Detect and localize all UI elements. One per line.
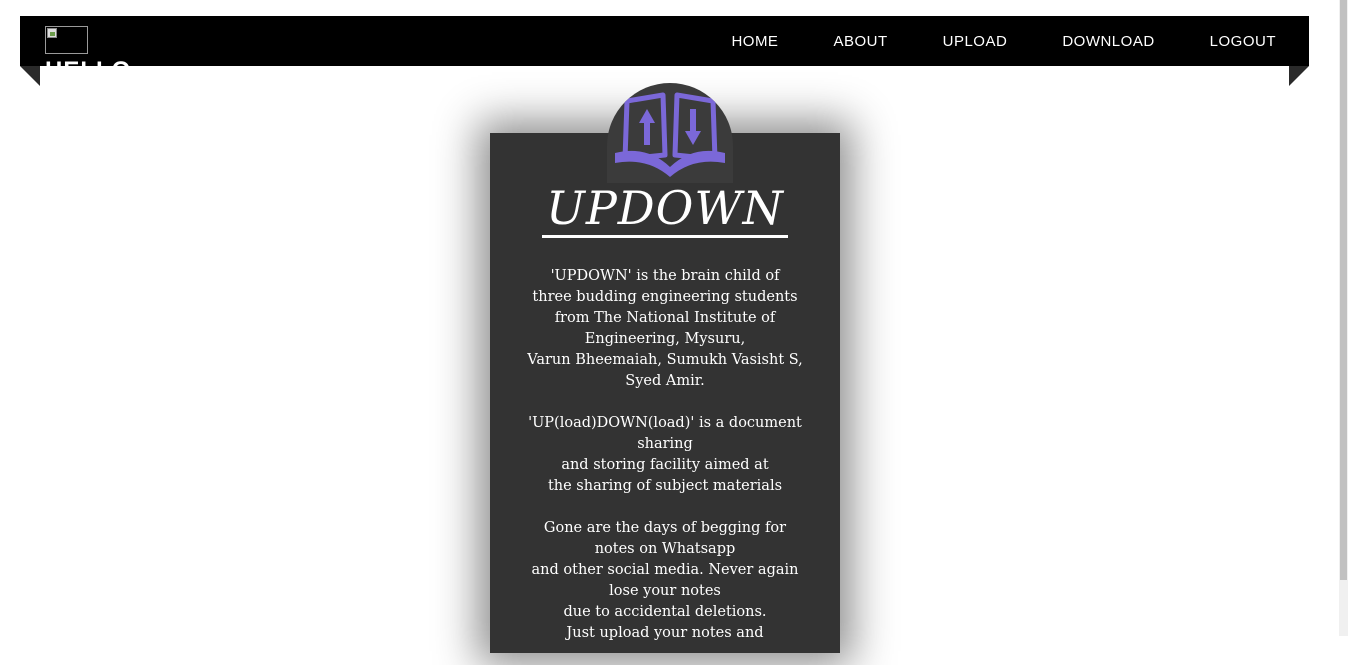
ribbon-fold-left <box>20 66 40 86</box>
broken-image-icon <box>47 28 57 38</box>
nav-download[interactable]: DOWNLOAD <box>1062 33 1154 50</box>
vertical-scrollbar[interactable] <box>1339 0 1348 636</box>
nav-about[interactable]: ABOUT <box>833 33 887 50</box>
logo-image[interactable] <box>45 26 88 54</box>
nav-upload[interactable]: UPLOAD <box>943 33 1008 50</box>
paragraph-about-purpose: 'UP(load)DOWN(load)' is a document sharin… <box>528 415 802 494</box>
greeting-text: HELLO <box>45 56 131 66</box>
paragraph-about-founders: 'UPDOWN' is the brain child of three budd… <box>527 268 803 389</box>
nav-home[interactable]: HOME <box>731 33 778 50</box>
nav-logout[interactable]: LOGOUT <box>1210 33 1276 50</box>
page-title: UPDOWN <box>490 178 840 238</box>
book-updown-icon <box>607 83 733 183</box>
top-navbar: HELLO HOME ABOUT UPLOAD DOWNLOAD LOGOUT <box>20 16 1309 66</box>
paragraph-about-benefits: Gone are the days of begging for notes on… <box>531 520 799 641</box>
nav-links: HOME ABOUT UPLOAD DOWNLOAD LOGOUT <box>676 16 1276 66</box>
scrollbar-thumb[interactable] <box>1340 0 1347 580</box>
ribbon-fold-right <box>1289 66 1309 86</box>
description: 'UPDOWN' is the brain child of three budd… <box>490 266 840 665</box>
